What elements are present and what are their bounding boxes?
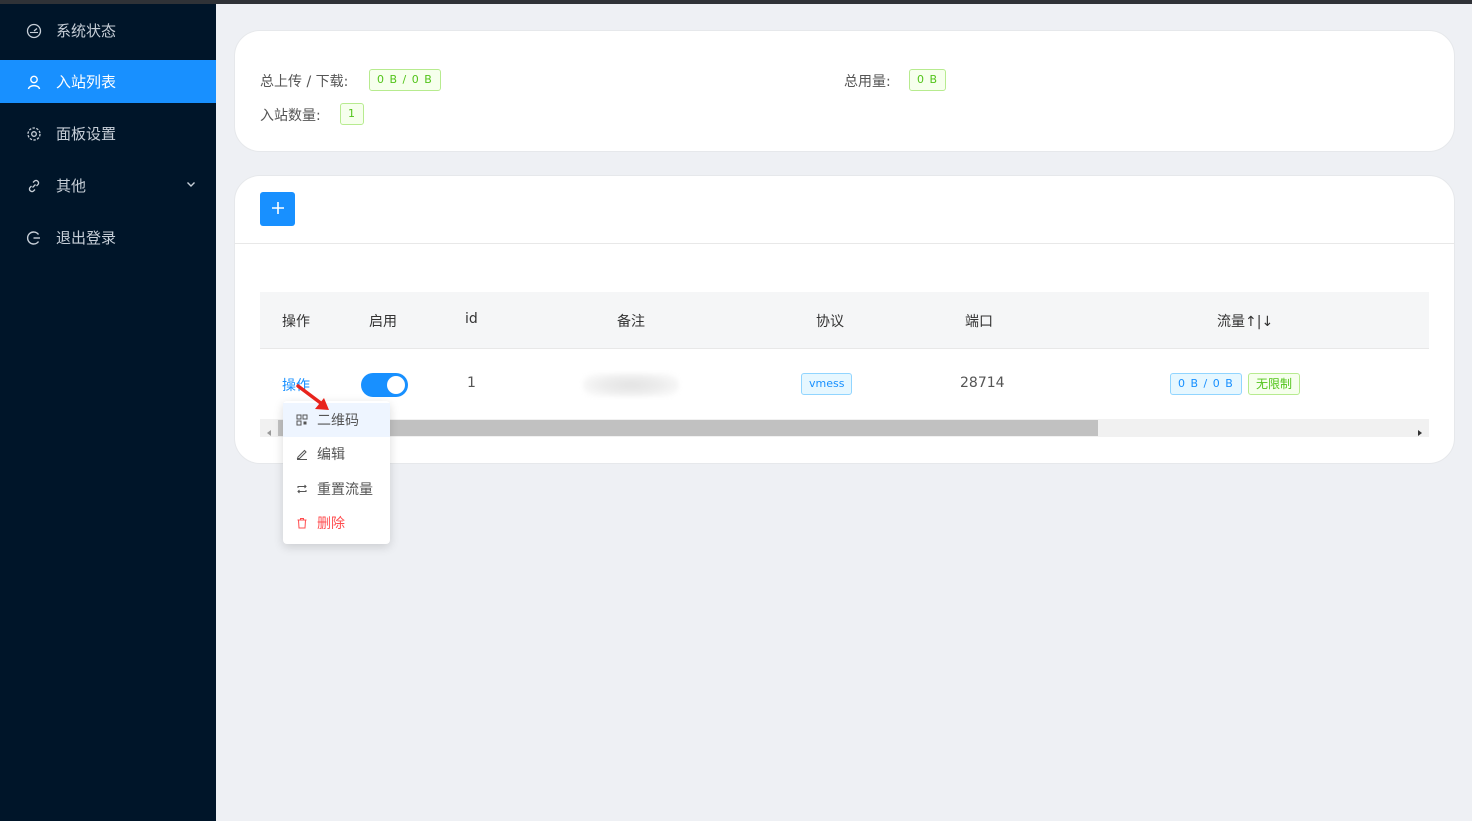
add-inbound-button[interactable] [260, 192, 295, 226]
dashboard-icon [26, 23, 42, 39]
sidebar-item-system-status[interactable]: 系统状态 [0, 9, 216, 52]
sidebar-item-label: 退出登录 [56, 229, 117, 247]
sidebar-item-logout[interactable]: 退出登录 [0, 216, 216, 259]
protocol-tag: vmess [801, 373, 853, 395]
enable-toggle[interactable] [361, 373, 408, 397]
window-top-bar [0, 0, 1472, 4]
traffic-tag: 0 B / 0 B [1170, 373, 1242, 395]
scrollbar-thumb[interactable] [278, 420, 1098, 436]
menu-item-label: 重置流量 [317, 482, 373, 498]
sidebar-item-inbound-list[interactable]: 入站列表 [0, 60, 216, 103]
column-header-remark: 备注 [617, 314, 645, 330]
total-usage-label: 总用量: [844, 74, 891, 90]
qrcode-icon [296, 414, 308, 426]
delete-icon [296, 517, 308, 529]
limit-tag: 无限制 [1248, 373, 1301, 395]
menu-item-label: 编辑 [317, 447, 345, 463]
logout-icon [26, 230, 42, 246]
scroll-right-icon[interactable] [1415, 423, 1425, 436]
sidebar-item-other[interactable]: 其他 [0, 164, 216, 207]
upload-download-label: 总上传 / 下载: [260, 74, 349, 90]
user-icon [26, 74, 42, 90]
chevron-down-icon [184, 177, 198, 191]
annotation-arrow-icon [296, 384, 336, 414]
inbound-count-label: 入站数量: [260, 108, 321, 124]
row-port: 28714 [960, 375, 1005, 391]
sidebar: 系统状态 入站列表 面板设置 其他 退出登录 [0, 4, 216, 821]
column-header-enabled: 启用 [369, 314, 397, 330]
menu-item-delete[interactable]: 删除 [283, 506, 390, 540]
scroll-left-icon[interactable] [264, 423, 274, 436]
sidebar-item-label: 入站列表 [56, 73, 117, 91]
column-header-protocol: 协议 [816, 314, 844, 330]
link-icon [26, 178, 42, 194]
column-header-port: 端口 [965, 314, 993, 330]
column-header-action: 操作 [282, 314, 310, 330]
menu-item-reset-traffic[interactable]: 重置流量 [283, 472, 390, 506]
upload-download-tag: 0 B / 0 B [369, 69, 441, 91]
sidebar-item-label: 面板设置 [56, 125, 117, 143]
edit-icon [296, 448, 308, 460]
horizontal-scrollbar[interactable] [260, 419, 1429, 437]
row-id: 1 [467, 375, 476, 391]
sidebar-item-label: 系统状态 [56, 22, 117, 40]
stats-card [234, 30, 1455, 152]
gear-icon [26, 126, 42, 142]
column-header-id: id [465, 311, 478, 327]
card-divider [235, 243, 1454, 244]
plus-icon [271, 200, 285, 219]
menu-item-label: 删除 [317, 516, 345, 532]
action-dropdown-menu: 二维码 编辑 重置流量 删除 [283, 401, 390, 544]
remark-redacted [583, 373, 679, 397]
sidebar-item-panel-settings[interactable]: 面板设置 [0, 112, 216, 155]
sidebar-item-label: 其他 [56, 177, 87, 195]
menu-item-edit[interactable]: 编辑 [283, 437, 390, 471]
column-header-traffic[interactable]: 流量↑|↓ [1217, 311, 1273, 331]
inbound-count-tag: 1 [340, 103, 364, 125]
total-usage-tag: 0 B [909, 69, 947, 91]
toggle-knob [387, 376, 405, 394]
reset-icon [296, 483, 308, 495]
